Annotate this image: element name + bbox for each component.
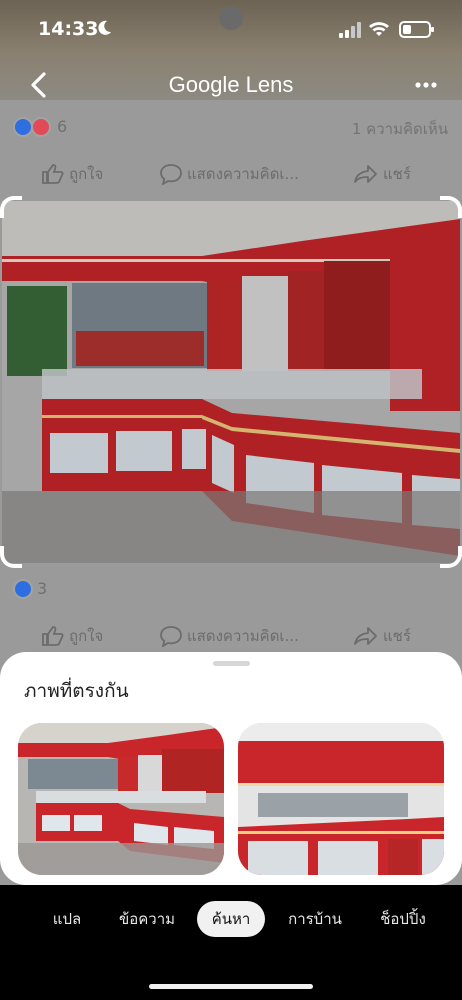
share-arrow-icon bbox=[354, 165, 377, 183]
reactions-row-top: 6 1 ความคิดเห็น bbox=[0, 112, 462, 142]
selection-corner-top-right[interactable] bbox=[440, 196, 462, 218]
comment-count: 1 ความคิดเห็น bbox=[351, 120, 448, 138]
like-action: ถูกใจ bbox=[41, 162, 103, 186]
like-action: ถูกใจ bbox=[41, 624, 103, 648]
camera-notch bbox=[219, 6, 243, 30]
post-actions-bottom: ถูกใจ แสดงความคิดเ... แชร์ bbox=[0, 618, 462, 652]
thumbs-up-icon bbox=[42, 626, 64, 646]
shop-counter-photo bbox=[2, 201, 460, 563]
post-actions-top: ถูกใจ แสดงความคิดเ... แชร์ bbox=[0, 156, 462, 190]
selected-photo bbox=[2, 201, 460, 563]
nav-homework[interactable]: การบ้าน bbox=[278, 901, 352, 937]
bottom-nav: แปล ข้อความ ค้นหา การบ้าน ช็อปปิ้ง bbox=[0, 885, 462, 1000]
selection-corner-bottom-left[interactable] bbox=[0, 546, 22, 568]
results-sheet[interactable]: ภาพที่ตรงกัน bbox=[0, 652, 462, 885]
comment-action: แสดงความคิดเ... bbox=[159, 624, 299, 648]
status-bar: 14:33 bbox=[0, 0, 462, 60]
nav-translate[interactable]: แปล bbox=[38, 901, 96, 937]
selection-corner-top-left[interactable] bbox=[0, 196, 22, 218]
result-thumbnail[interactable] bbox=[238, 723, 444, 875]
share-action: แชร์ bbox=[353, 624, 411, 648]
love-reaction-icon bbox=[31, 117, 51, 137]
reactions-row-bottom: 3 bbox=[0, 574, 462, 604]
comment-label: แสดงความคิดเ... bbox=[187, 627, 299, 645]
comment-label: แสดงความคิดเ... bbox=[187, 165, 299, 183]
comment-bubble-icon bbox=[160, 626, 182, 647]
share-label: แชร์ bbox=[383, 627, 411, 645]
signal-icon bbox=[339, 22, 361, 38]
nav-text[interactable]: ข้อความ bbox=[106, 901, 188, 937]
match-image-2 bbox=[238, 723, 444, 875]
like-label: ถูกใจ bbox=[69, 627, 104, 645]
share-label: แชร์ bbox=[383, 165, 411, 183]
nav-search[interactable]: ค้นหา bbox=[197, 901, 265, 937]
reaction-count: 6 bbox=[57, 117, 68, 136]
like-reaction-icon bbox=[13, 579, 33, 599]
result-thumbnail[interactable] bbox=[18, 723, 224, 875]
wifi-icon bbox=[369, 22, 389, 36]
thumbs-up-icon bbox=[42, 164, 64, 184]
more-horizontal-icon[interactable] bbox=[413, 72, 439, 98]
like-reaction-icon bbox=[13, 117, 33, 137]
share-arrow-icon bbox=[354, 627, 377, 645]
selection-corner-bottom-right[interactable] bbox=[440, 546, 462, 568]
lens-header: Google Lens bbox=[0, 62, 462, 108]
status-time: 14:33 bbox=[38, 18, 99, 40]
nav-shopping[interactable]: ช็อปปิ้ง bbox=[368, 901, 438, 937]
like-label: ถูกใจ bbox=[69, 165, 104, 183]
share-action: แชร์ bbox=[353, 162, 411, 186]
comment-bubble-icon bbox=[160, 164, 182, 185]
battery-icon bbox=[399, 21, 434, 38]
comment-action: แสดงความคิดเ... bbox=[159, 162, 299, 186]
sheet-grabber[interactable] bbox=[213, 661, 250, 666]
home-indicator[interactable] bbox=[149, 984, 313, 989]
match-image-1 bbox=[18, 723, 224, 875]
reaction-count: 3 bbox=[37, 579, 48, 598]
results-title: ภาพที่ตรงกัน bbox=[24, 680, 129, 702]
page-title: Google Lens bbox=[168, 72, 294, 97]
moon-icon bbox=[98, 20, 111, 35]
